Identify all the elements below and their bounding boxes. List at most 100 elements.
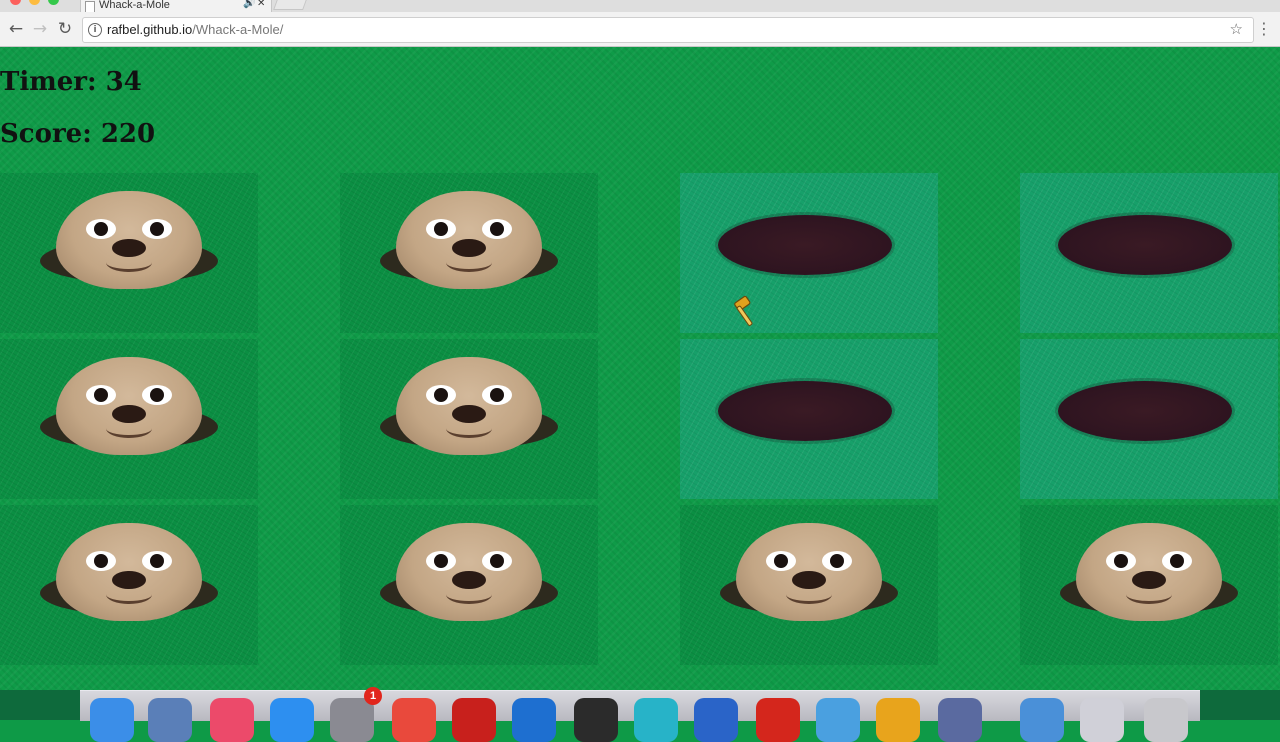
mole-cell-r2-c2[interactable] bbox=[340, 339, 598, 499]
word-icon[interactable] bbox=[694, 698, 738, 742]
xcode-icon[interactable] bbox=[816, 698, 860, 742]
mole-cell-r1-c3[interactable] bbox=[680, 173, 938, 333]
mole-eye bbox=[766, 551, 796, 571]
mole-mouth bbox=[1126, 585, 1172, 604]
hammer-cursor-icon bbox=[734, 295, 753, 326]
zoom-window-icon[interactable] bbox=[48, 0, 59, 5]
url-host: rafbel.github.io bbox=[107, 22, 193, 37]
mole-body bbox=[56, 523, 202, 621]
chrome-canary-icon[interactable] bbox=[876, 698, 920, 742]
mole-icon[interactable] bbox=[380, 191, 558, 289]
mole-eye bbox=[1162, 551, 1192, 571]
new-tab-button[interactable] bbox=[273, 0, 309, 10]
mole-eye bbox=[1106, 551, 1136, 571]
back-arrow-icon[interactable]: ← bbox=[6, 19, 26, 39]
mole-icon[interactable] bbox=[720, 523, 898, 621]
mole-cell-r3-c1[interactable] bbox=[0, 505, 258, 665]
mole-eye bbox=[482, 385, 512, 405]
remote-desktop-icon[interactable] bbox=[512, 698, 556, 742]
page-favicon-icon bbox=[85, 1, 95, 12]
finder-icon[interactable] bbox=[90, 698, 134, 742]
game-page: Timer: 34 Score: 220 bbox=[0, 47, 1280, 690]
empty-hole-icon[interactable] bbox=[718, 215, 892, 275]
mole-body bbox=[736, 523, 882, 621]
empty-hole-icon[interactable] bbox=[1058, 381, 1232, 441]
mole-mouth bbox=[106, 585, 152, 604]
chrome-menu-icon[interactable]: ⋮ bbox=[1256, 19, 1272, 38]
mole-eye bbox=[426, 551, 456, 571]
mole-icon[interactable] bbox=[40, 523, 218, 621]
mole-eye bbox=[142, 219, 172, 239]
mole-cell-r3-c2[interactable] bbox=[340, 505, 598, 665]
mole-cell-r2-c4[interactable] bbox=[1020, 339, 1278, 499]
documents-icon[interactable] bbox=[1080, 698, 1124, 742]
mole-icon[interactable] bbox=[40, 191, 218, 289]
mole-cell-r2-c1[interactable] bbox=[0, 339, 258, 499]
mole-body bbox=[396, 523, 542, 621]
mole-mouth bbox=[106, 253, 152, 272]
mole-mouth bbox=[106, 419, 152, 438]
macos-dock: 1 bbox=[0, 687, 1280, 742]
notification-badge: 1 bbox=[364, 687, 382, 705]
adobe-acrobat-icon[interactable] bbox=[452, 698, 496, 742]
mole-eye bbox=[822, 551, 852, 571]
mole-icon[interactable] bbox=[1060, 523, 1238, 621]
mole-eye bbox=[142, 551, 172, 571]
timer-display: Timer: 34 bbox=[0, 67, 142, 97]
mole-cell-r1-c4[interactable] bbox=[1020, 173, 1278, 333]
mole-icon[interactable] bbox=[380, 523, 558, 621]
trash-icon[interactable] bbox=[1144, 698, 1188, 742]
mole-body bbox=[396, 357, 542, 455]
address-url[interactable]: rafbel.github.io/Whack-a-Mole/ bbox=[107, 22, 283, 37]
bookmark-star-icon[interactable]: ☆ bbox=[1230, 20, 1243, 38]
tab-close-icon[interactable]: ✕ bbox=[257, 0, 265, 9]
app-store-icon[interactable] bbox=[270, 698, 314, 742]
screen-recorder-icon[interactable] bbox=[938, 698, 982, 742]
reload-icon[interactable]: ↻ bbox=[55, 19, 75, 39]
mole-icon[interactable] bbox=[380, 357, 558, 455]
mole-eye bbox=[86, 219, 116, 239]
mole-eye bbox=[86, 385, 116, 405]
mole-eye bbox=[142, 385, 172, 405]
tab-title: Whack-a-Mole bbox=[99, 0, 170, 11]
minimize-window-icon[interactable] bbox=[29, 0, 40, 5]
chrome-icon[interactable] bbox=[392, 698, 436, 742]
mole-mouth bbox=[446, 253, 492, 272]
mole-cell-r3-c4[interactable] bbox=[1020, 505, 1278, 665]
mole-cell-r3-c3[interactable] bbox=[680, 505, 938, 665]
browser-tab-bar: Whack-a-Mole 🔊 ✕ bbox=[0, 0, 1280, 12]
mole-mouth bbox=[786, 585, 832, 604]
downloads-icon[interactable] bbox=[1020, 698, 1064, 742]
mole-mouth bbox=[446, 419, 492, 438]
mole-eye bbox=[426, 219, 456, 239]
empty-hole-icon[interactable] bbox=[718, 381, 892, 441]
itunes-icon[interactable] bbox=[210, 698, 254, 742]
url-path: /Whack-a-Mole/ bbox=[192, 22, 284, 37]
filezilla-icon[interactable] bbox=[756, 698, 800, 742]
site-info-icon[interactable]: i bbox=[88, 23, 102, 37]
mole-eye bbox=[86, 551, 116, 571]
score-display: Score: 220 bbox=[0, 119, 156, 149]
mole-body bbox=[396, 191, 542, 289]
close-window-icon[interactable] bbox=[10, 0, 21, 5]
empty-hole-icon[interactable] bbox=[1058, 215, 1232, 275]
system-preferences-icon[interactable] bbox=[330, 698, 374, 742]
mole-eye bbox=[426, 385, 456, 405]
mole-cell-r2-c3[interactable] bbox=[680, 339, 938, 499]
mole-cell-r1-c1[interactable] bbox=[0, 173, 258, 333]
browser-toolbar: ← → ↻ i rafbel.github.io/Whack-a-Mole/ ☆… bbox=[0, 12, 1280, 47]
address-bar[interactable]: i rafbel.github.io/Whack-a-Mole/ ☆ bbox=[82, 17, 1254, 43]
mole-icon[interactable] bbox=[40, 357, 218, 455]
mole-eye bbox=[482, 219, 512, 239]
mole-body bbox=[56, 191, 202, 289]
preview-icon[interactable] bbox=[148, 698, 192, 742]
mole-body bbox=[56, 357, 202, 455]
speaker-icon[interactable]: 🔊 bbox=[243, 0, 255, 9]
terminal-icon[interactable] bbox=[574, 698, 618, 742]
mole-body bbox=[1076, 523, 1222, 621]
browser-tab[interactable]: Whack-a-Mole 🔊 ✕ bbox=[80, 0, 272, 12]
mole-cell-r1-c2[interactable] bbox=[340, 173, 598, 333]
mole-eye bbox=[482, 551, 512, 571]
forward-arrow-icon[interactable]: → bbox=[30, 19, 50, 39]
keep-icon[interactable] bbox=[634, 698, 678, 742]
